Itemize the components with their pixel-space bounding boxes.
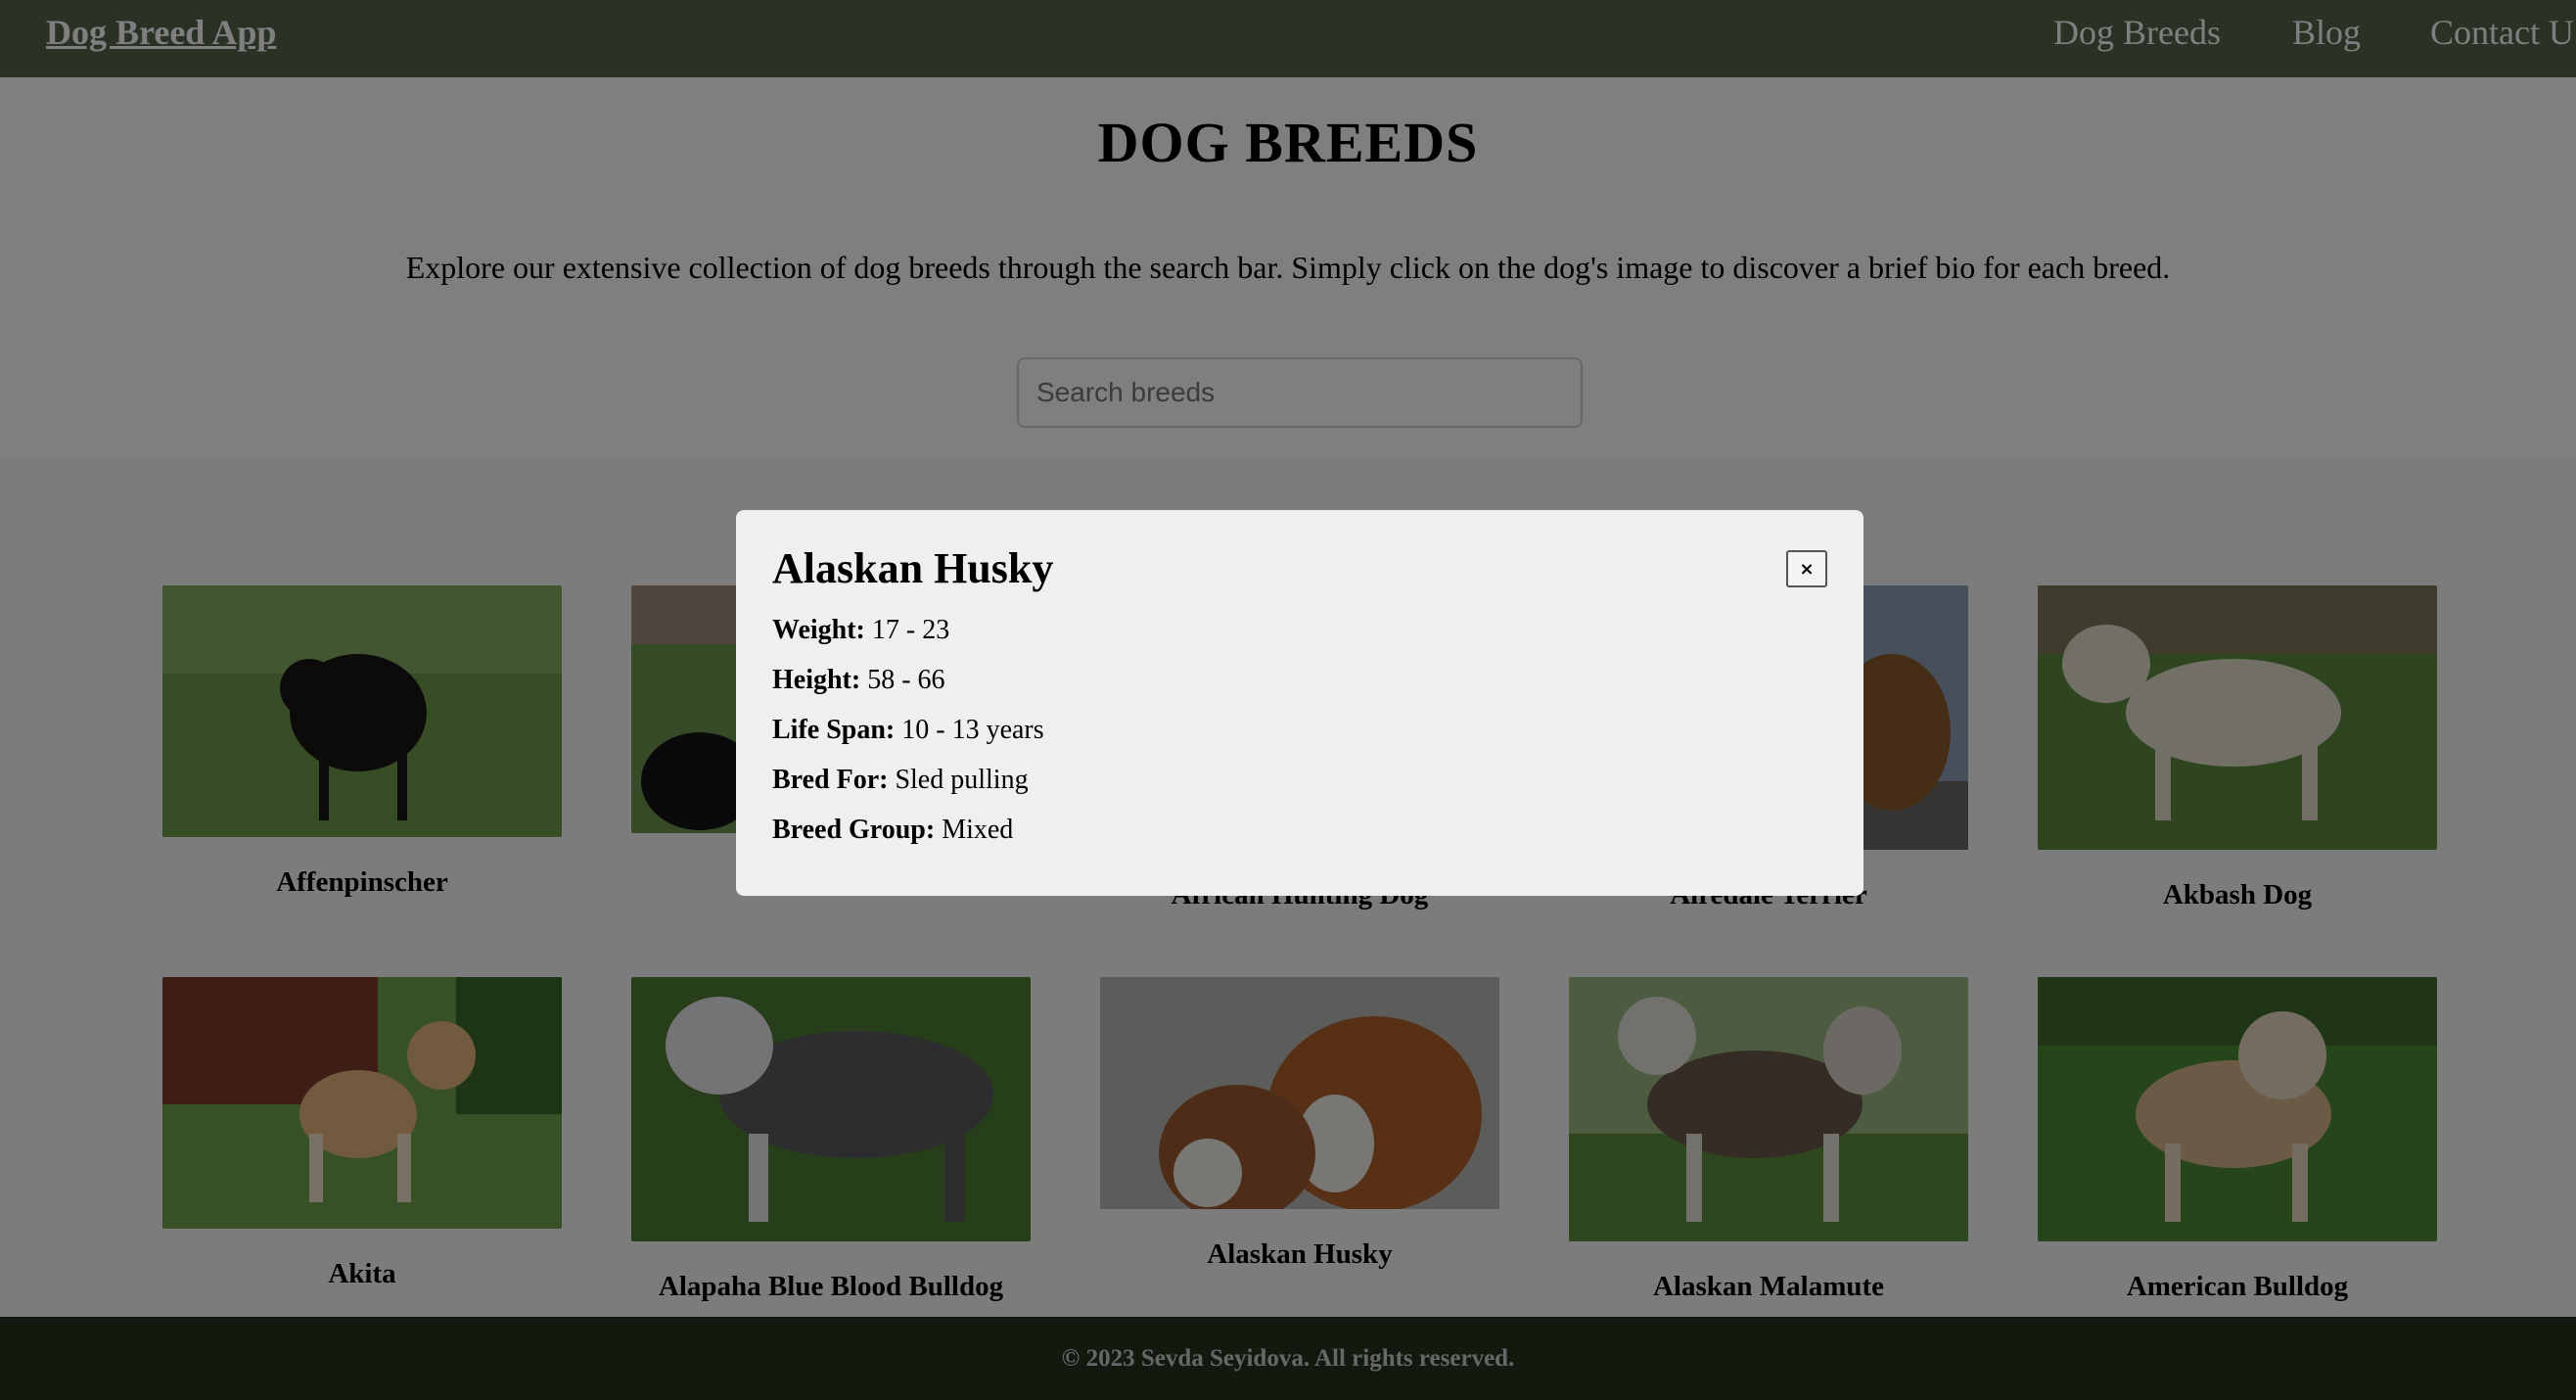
field-value: Sled pulling bbox=[895, 765, 1029, 795]
field-value: 10 - 13 years bbox=[901, 715, 1044, 745]
close-icon[interactable]: × bbox=[1786, 550, 1827, 587]
field-value: Mixed bbox=[942, 815, 1014, 845]
modal-title: Alaskan Husky bbox=[772, 544, 1054, 592]
field-label: Breed Group: bbox=[772, 815, 936, 845]
field-value: 58 - 66 bbox=[867, 665, 945, 695]
modal-field-weight: Weight: 17 - 23 bbox=[772, 605, 1827, 655]
modal-field-bred-for: Bred For: Sled pulling bbox=[772, 755, 1827, 805]
modal-field-breed-group: Breed Group: Mixed bbox=[772, 805, 1827, 855]
breed-modal: Alaskan Husky × Weight: 17 - 23 Height: … bbox=[736, 510, 1863, 896]
field-label: Life Span: bbox=[772, 715, 896, 745]
field-label: Weight: bbox=[772, 615, 865, 645]
modal-field-life-span: Life Span: 10 - 13 years bbox=[772, 705, 1827, 755]
modal-field-height: Height: 58 - 66 bbox=[772, 655, 1827, 705]
field-label: Height: bbox=[772, 665, 861, 695]
field-label: Bred For: bbox=[772, 765, 889, 795]
field-value: 17 - 23 bbox=[871, 615, 950, 645]
